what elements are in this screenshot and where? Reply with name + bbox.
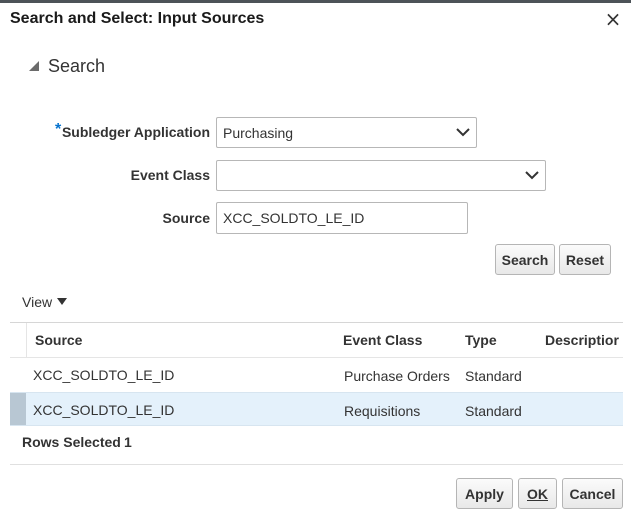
subledger-application-select[interactable]: Purchasing <box>216 117 477 148</box>
column-header-event-class[interactable]: Event Class <box>343 332 422 348</box>
close-icon[interactable]: × <box>603 9 623 29</box>
reset-button[interactable]: Reset <box>559 244 611 275</box>
cell-event-class: Requisitions <box>344 403 421 419</box>
cell-source: XCC_SOLDTO_LE_ID <box>33 402 175 418</box>
table-row[interactable]: XCC_SOLDTO_LE_ID Purchase Orders Standar… <box>10 357 623 393</box>
table-top-border <box>10 322 623 323</box>
dialog-title: Search and Select: Input Sources <box>10 10 265 27</box>
search-section-title: Search <box>48 55 106 76</box>
rows-selected-label: Rows Selected <box>22 434 121 450</box>
chevron-down-icon <box>456 128 470 137</box>
source-input[interactable] <box>216 202 468 234</box>
view-menu-label: View <box>22 294 53 310</box>
cell-event-class: Purchase Orders <box>344 368 450 384</box>
column-header-source[interactable]: Source <box>35 332 82 348</box>
event-class-select[interactable] <box>216 160 546 191</box>
search-section-header[interactable]: Search <box>28 55 105 77</box>
footer-divider <box>10 464 623 465</box>
table-header-gutter <box>10 323 27 357</box>
subledger-application-value: Purchasing <box>223 125 294 141</box>
apply-button[interactable]: Apply <box>456 478 513 509</box>
window-top-border <box>0 0 631 3</box>
column-header-description[interactable]: Descriptior <box>545 332 623 348</box>
chevron-down-icon <box>525 171 539 180</box>
rows-selected-count: 1 <box>124 434 132 450</box>
row-selection-indicator <box>10 393 26 425</box>
column-header-type[interactable]: Type <box>465 332 497 348</box>
source-label: Source <box>162 210 210 226</box>
table-row-selected[interactable]: XCC_SOLDTO_LE_ID Requisitions Standard <box>10 392 623 426</box>
disclosure-triangle-icon <box>29 61 39 71</box>
search-button[interactable]: Search <box>495 244 555 275</box>
cell-source: XCC_SOLDTO_LE_ID <box>33 367 175 383</box>
view-menu[interactable]: View <box>22 294 68 310</box>
cancel-button[interactable]: Cancel <box>562 478 623 509</box>
subledger-application-label: Subledger Application <box>61 124 210 140</box>
cell-type: Standard <box>465 368 522 384</box>
event-class-label: Event Class <box>130 167 210 183</box>
cell-type: Standard <box>465 403 522 419</box>
ok-button[interactable]: OK <box>518 478 557 509</box>
caret-down-icon <box>57 298 68 305</box>
